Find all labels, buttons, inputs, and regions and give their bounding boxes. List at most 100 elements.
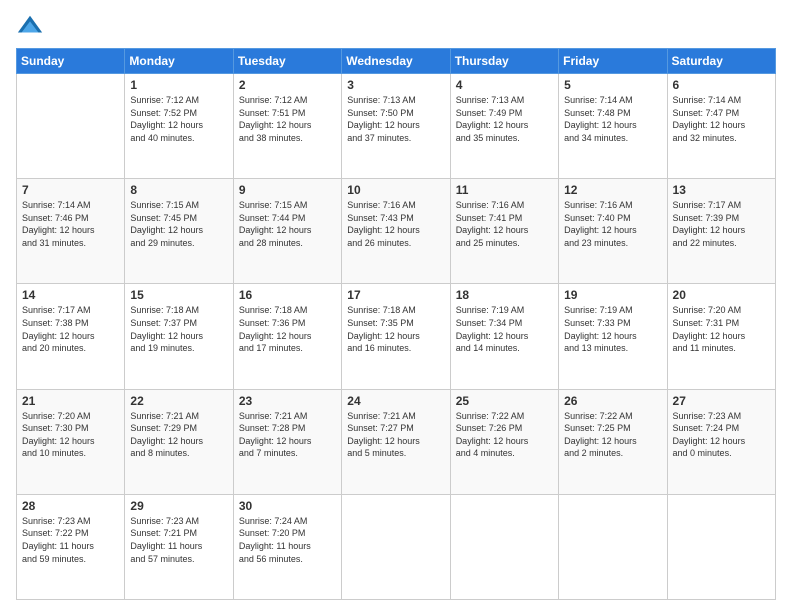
calendar-cell: 12 Sunrise: 7:16 AM Sunset: 7:40 PM Dayli…	[559, 179, 667, 284]
day-number: 14	[22, 288, 119, 302]
day-number: 28	[22, 499, 119, 513]
calendar-cell: 5 Sunrise: 7:14 AM Sunset: 7:48 PM Daylig…	[559, 74, 667, 179]
day-number: 27	[673, 394, 770, 408]
day-info: Sunrise: 7:18 AM Sunset: 7:36 PM Dayligh…	[239, 304, 336, 354]
day-number: 1	[130, 78, 227, 92]
calendar-cell: 26 Sunrise: 7:22 AM Sunset: 7:25 PM Dayli…	[559, 389, 667, 494]
day-info: Sunrise: 7:15 AM Sunset: 7:45 PM Dayligh…	[130, 199, 227, 249]
day-info: Sunrise: 7:20 AM Sunset: 7:30 PM Dayligh…	[22, 410, 119, 460]
day-number: 13	[673, 183, 770, 197]
day-number: 21	[22, 394, 119, 408]
day-number: 9	[239, 183, 336, 197]
calendar-cell: 17 Sunrise: 7:18 AM Sunset: 7:35 PM Dayli…	[342, 284, 450, 389]
day-info: Sunrise: 7:17 AM Sunset: 7:39 PM Dayligh…	[673, 199, 770, 249]
weekday-header-friday: Friday	[559, 49, 667, 74]
calendar-cell: 3Sunrise: 7:13 AM Sunset: 7:50 PM Daylig…	[342, 74, 450, 179]
day-info: Sunrise: 7:14 AM Sunset: 7:47 PM Dayligh…	[673, 94, 770, 144]
calendar-table: SundayMondayTuesdayWednesdayThursdayFrid…	[16, 48, 776, 600]
calendar-cell: 16Sunrise: 7:18 AM Sunset: 7:36 PM Dayli…	[233, 284, 341, 389]
day-number: 5	[564, 78, 661, 92]
calendar-cell: 19 Sunrise: 7:19 AM Sunset: 7:33 PM Dayli…	[559, 284, 667, 389]
day-info: Sunrise: 7:21 AM Sunset: 7:28 PM Dayligh…	[239, 410, 336, 460]
calendar-cell: 1Sunrise: 7:12 AM Sunset: 7:52 PM Daylig…	[125, 74, 233, 179]
calendar-cell: 14 Sunrise: 7:17 AM Sunset: 7:38 PM Dayli…	[17, 284, 125, 389]
calendar-cell: 23 Sunrise: 7:21 AM Sunset: 7:28 PM Dayli…	[233, 389, 341, 494]
calendar-cell: 2 Sunrise: 7:12 AM Sunset: 7:51 PM Daylig…	[233, 74, 341, 179]
calendar-cell: 21 Sunrise: 7:20 AM Sunset: 7:30 PM Dayli…	[17, 389, 125, 494]
day-number: 17	[347, 288, 444, 302]
day-info: Sunrise: 7:19 AM Sunset: 7:33 PM Dayligh…	[564, 304, 661, 354]
calendar-cell: 28 Sunrise: 7:23 AM Sunset: 7:22 PM Dayli…	[17, 494, 125, 599]
calendar-cell	[667, 494, 775, 599]
day-info: Sunrise: 7:18 AM Sunset: 7:35 PM Dayligh…	[347, 304, 444, 354]
day-number: 19	[564, 288, 661, 302]
calendar-cell: 7 Sunrise: 7:14 AM Sunset: 7:46 PM Daylig…	[17, 179, 125, 284]
day-number: 4	[456, 78, 553, 92]
day-info: Sunrise: 7:23 AM Sunset: 7:21 PM Dayligh…	[130, 515, 227, 565]
day-number: 2	[239, 78, 336, 92]
day-info: Sunrise: 7:23 AM Sunset: 7:24 PM Dayligh…	[673, 410, 770, 460]
calendar-week-row: 28 Sunrise: 7:23 AM Sunset: 7:22 PM Dayli…	[17, 494, 776, 599]
day-number: 29	[130, 499, 227, 513]
day-info: Sunrise: 7:18 AM Sunset: 7:37 PM Dayligh…	[130, 304, 227, 354]
day-number: 22	[130, 394, 227, 408]
day-number: 18	[456, 288, 553, 302]
calendar-cell: 27 Sunrise: 7:23 AM Sunset: 7:24 PM Dayli…	[667, 389, 775, 494]
calendar-cell: 18Sunrise: 7:19 AM Sunset: 7:34 PM Dayli…	[450, 284, 558, 389]
calendar-cell: 30Sunrise: 7:24 AM Sunset: 7:20 PM Dayli…	[233, 494, 341, 599]
day-info: Sunrise: 7:23 AM Sunset: 7:22 PM Dayligh…	[22, 515, 119, 565]
weekday-header-wednesday: Wednesday	[342, 49, 450, 74]
day-info: Sunrise: 7:14 AM Sunset: 7:46 PM Dayligh…	[22, 199, 119, 249]
calendar-cell	[17, 74, 125, 179]
calendar-cell: 8 Sunrise: 7:15 AM Sunset: 7:45 PM Daylig…	[125, 179, 233, 284]
day-number: 8	[130, 183, 227, 197]
calendar-week-row: 21 Sunrise: 7:20 AM Sunset: 7:30 PM Dayli…	[17, 389, 776, 494]
calendar-cell: 20 Sunrise: 7:20 AM Sunset: 7:31 PM Dayli…	[667, 284, 775, 389]
calendar-cell: 9 Sunrise: 7:15 AM Sunset: 7:44 PM Daylig…	[233, 179, 341, 284]
day-info: Sunrise: 7:22 AM Sunset: 7:25 PM Dayligh…	[564, 410, 661, 460]
weekday-header-thursday: Thursday	[450, 49, 558, 74]
day-info: Sunrise: 7:17 AM Sunset: 7:38 PM Dayligh…	[22, 304, 119, 354]
day-number: 12	[564, 183, 661, 197]
day-info: Sunrise: 7:21 AM Sunset: 7:29 PM Dayligh…	[130, 410, 227, 460]
calendar-cell	[450, 494, 558, 599]
calendar-cell	[559, 494, 667, 599]
day-info: Sunrise: 7:15 AM Sunset: 7:44 PM Dayligh…	[239, 199, 336, 249]
day-number: 10	[347, 183, 444, 197]
logo	[16, 12, 48, 40]
day-info: Sunrise: 7:24 AM Sunset: 7:20 PM Dayligh…	[239, 515, 336, 565]
day-info: Sunrise: 7:13 AM Sunset: 7:49 PM Dayligh…	[456, 94, 553, 144]
calendar-cell: 15 Sunrise: 7:18 AM Sunset: 7:37 PM Dayli…	[125, 284, 233, 389]
calendar-cell: 4 Sunrise: 7:13 AM Sunset: 7:49 PM Daylig…	[450, 74, 558, 179]
day-info: Sunrise: 7:12 AM Sunset: 7:51 PM Dayligh…	[239, 94, 336, 144]
day-info: Sunrise: 7:20 AM Sunset: 7:31 PM Dayligh…	[673, 304, 770, 354]
day-number: 15	[130, 288, 227, 302]
day-info: Sunrise: 7:13 AM Sunset: 7:50 PM Dayligh…	[347, 94, 444, 144]
day-number: 20	[673, 288, 770, 302]
day-number: 7	[22, 183, 119, 197]
calendar-cell	[342, 494, 450, 599]
day-number: 23	[239, 394, 336, 408]
calendar-cell: 11Sunrise: 7:16 AM Sunset: 7:41 PM Dayli…	[450, 179, 558, 284]
page: SundayMondayTuesdayWednesdayThursdayFrid…	[0, 0, 792, 612]
day-info: Sunrise: 7:16 AM Sunset: 7:43 PM Dayligh…	[347, 199, 444, 249]
day-info: Sunrise: 7:16 AM Sunset: 7:41 PM Dayligh…	[456, 199, 553, 249]
day-number: 6	[673, 78, 770, 92]
weekday-header-sunday: Sunday	[17, 49, 125, 74]
day-number: 24	[347, 394, 444, 408]
day-info: Sunrise: 7:21 AM Sunset: 7:27 PM Dayligh…	[347, 410, 444, 460]
day-info: Sunrise: 7:16 AM Sunset: 7:40 PM Dayligh…	[564, 199, 661, 249]
calendar-header-row: SundayMondayTuesdayWednesdayThursdayFrid…	[17, 49, 776, 74]
day-number: 26	[564, 394, 661, 408]
calendar-cell: 6 Sunrise: 7:14 AM Sunset: 7:47 PM Daylig…	[667, 74, 775, 179]
calendar-week-row: 14 Sunrise: 7:17 AM Sunset: 7:38 PM Dayli…	[17, 284, 776, 389]
weekday-header-monday: Monday	[125, 49, 233, 74]
day-info: Sunrise: 7:14 AM Sunset: 7:48 PM Dayligh…	[564, 94, 661, 144]
calendar-cell: 10 Sunrise: 7:16 AM Sunset: 7:43 PM Dayli…	[342, 179, 450, 284]
weekday-header-saturday: Saturday	[667, 49, 775, 74]
day-info: Sunrise: 7:22 AM Sunset: 7:26 PM Dayligh…	[456, 410, 553, 460]
logo-icon	[16, 12, 44, 40]
header	[16, 12, 776, 40]
calendar-week-row: 1Sunrise: 7:12 AM Sunset: 7:52 PM Daylig…	[17, 74, 776, 179]
calendar-cell: 25Sunrise: 7:22 AM Sunset: 7:26 PM Dayli…	[450, 389, 558, 494]
